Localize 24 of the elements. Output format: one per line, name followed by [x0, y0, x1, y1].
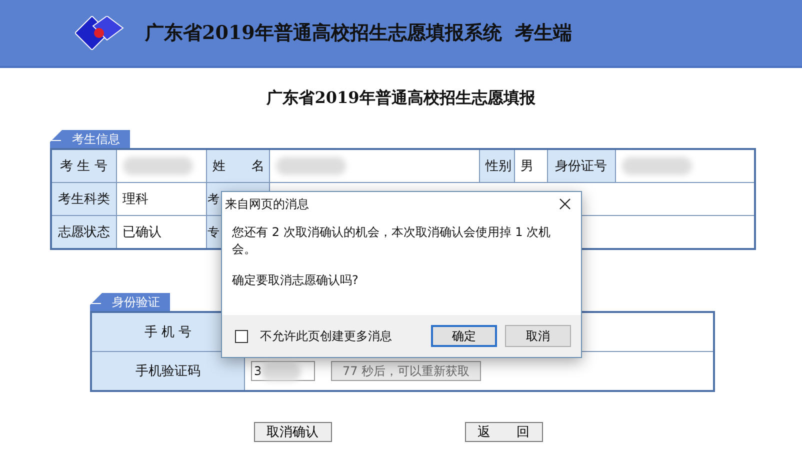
redacted-blur [122, 157, 192, 175]
redacted-blur [276, 157, 346, 175]
dialog-button[interactable]: 取消 [505, 325, 571, 347]
checkbox-label: 不允许此页创建更多消息 [260, 328, 393, 344]
checkbox[interactable] [235, 330, 248, 342]
field-label: 身份证号 [547, 149, 615, 182]
field-label: 手机验证码 [91, 352, 244, 391]
field-label: 志愿状态 [51, 216, 116, 249]
dialog-message: 确定要取消志愿确认吗? [232, 272, 360, 289]
page-title: 广东省2019年普通高校招生志愿填报 [265, 88, 536, 109]
field-label: 考 生 号 [51, 149, 116, 182]
redacted-blur [261, 363, 301, 381]
field-value: 理科 [116, 182, 206, 216]
app-title: 广东省2019年普通高校招生志愿填报系统 考生端 [145, 21, 572, 46]
action-button[interactable]: 取消确认 [254, 422, 332, 442]
field-label: 性别 [479, 149, 514, 182]
close-icon[interactable] [559, 198, 571, 210]
field-label: 姓 名 [206, 149, 269, 182]
action-button[interactable]: 返 回 [464, 422, 542, 442]
dialog-button[interactable]: 确定 [431, 325, 497, 347]
logo-icon [75, 16, 125, 50]
redacted-blur [622, 157, 692, 175]
field-label: 考生科类 [51, 182, 116, 216]
field-value: 男 [514, 149, 547, 182]
